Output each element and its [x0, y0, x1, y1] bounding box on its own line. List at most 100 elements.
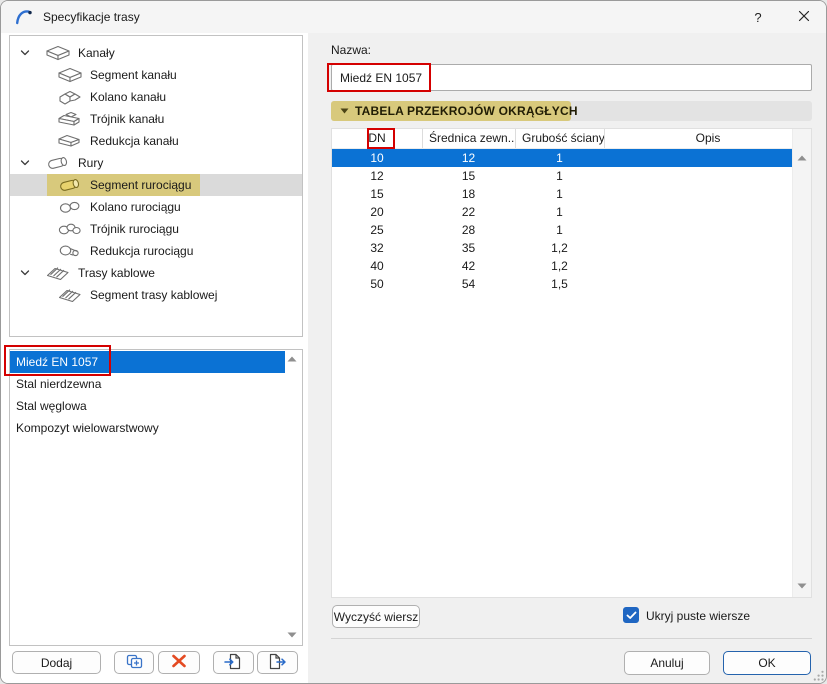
tree-item[interactable]: Kolano kanału: [10, 86, 302, 108]
hide-empty-rows-label: Ukryj puste wiersze: [646, 609, 751, 623]
tree-item[interactable]: Kanały: [10, 42, 302, 64]
tree-item-label: Segment trasy kablowej: [90, 288, 218, 302]
list-item[interactable]: Kompozyt wielowarstwowy: [10, 417, 285, 439]
table-row[interactable]: 15 18 1: [332, 185, 811, 203]
footer-divider: [331, 638, 812, 639]
table-cell: 40: [370, 259, 384, 273]
scroll-up-icon[interactable]: [287, 356, 297, 362]
add-button[interactable]: Dodaj: [12, 651, 101, 674]
table-cell: [604, 203, 811, 221]
tree-item-inner: Trójnik kanału: [47, 108, 173, 130]
list-item[interactable]: Miedź EN 1057: [10, 351, 285, 373]
table-cell: 1,2: [551, 259, 568, 273]
list-item[interactable]: Stal węglowa: [10, 395, 285, 417]
section-title: TABELA PRZEKROJÓW OKRĄGŁYCH: [355, 104, 578, 118]
tree-item-inner: Trasy kablowe: [35, 262, 164, 284]
scroll-up-icon[interactable]: [797, 155, 807, 161]
duplicate-button[interactable]: [114, 651, 154, 674]
tree-item-label: Redukcja rurociągu: [90, 244, 194, 258]
tree-item-inner: Segment rurociągu: [47, 174, 201, 196]
table-cell: 1: [556, 169, 563, 183]
close-x-icon: [798, 10, 810, 25]
duct-segment-icon: [45, 44, 71, 62]
table-row[interactable]: 12 15 1: [332, 167, 811, 185]
chevron-down-icon[interactable]: [20, 159, 30, 167]
route-type-tree: Kanały Segment kanału Kolano kanału Trójnik…: [9, 35, 303, 337]
scroll-down-icon[interactable]: [797, 583, 807, 589]
table-row[interactable]: 40 42 1,2: [332, 257, 811, 275]
tree-item[interactable]: Segment rurociągu: [10, 174, 302, 196]
tree-item[interactable]: Trasy kablowe: [10, 262, 302, 284]
chevron-down-icon[interactable]: [20, 269, 30, 277]
clear-row-button[interactable]: Wyczyść wiersz: [332, 605, 420, 628]
table-cell: 25: [370, 223, 384, 237]
section-collapse-icon[interactable]: [340, 108, 349, 114]
list-item[interactable]: Stal nierdzewna: [10, 373, 285, 395]
specyfikacje-trasy-dialog: Specyfikacje trasy ? Kanały Segment kanał…: [0, 0, 827, 684]
table-cell: [604, 167, 811, 185]
table-row[interactable]: 25 28 1: [332, 221, 811, 239]
tree-item-inner: Segment kanału: [47, 64, 186, 86]
tree-item[interactable]: Rury: [10, 152, 302, 174]
tree-item[interactable]: Trójnik rurociągu: [10, 218, 302, 240]
cable-tray-icon: [45, 264, 71, 282]
hide-empty-rows-checkbox[interactable]: [623, 607, 639, 623]
close-icon[interactable]: [788, 1, 820, 33]
table-cell: 22: [461, 205, 476, 219]
table-cell: [604, 239, 811, 257]
tree-item[interactable]: Redukcja kanału: [10, 130, 302, 152]
tree-item[interactable]: Redukcja rurociągu: [10, 240, 302, 262]
resize-grip[interactable]: [813, 670, 824, 681]
table-cell: 1: [556, 151, 563, 165]
duct-segment-icon: [57, 66, 83, 84]
tree-item-inner: Segment trasy kablowej: [47, 284, 226, 306]
column-header[interactable]: Grubość ściany: [515, 129, 604, 148]
table-row[interactable]: 20 22 1: [332, 203, 811, 221]
help-button[interactable]: ?: [743, 1, 773, 33]
table-cell: 20: [370, 205, 384, 219]
chevron-down-icon[interactable]: [20, 49, 30, 57]
tree-item[interactable]: Segment trasy kablowej: [10, 284, 302, 306]
material-list: Miedź EN 1057 Stal nierdzewna Stal węglowa…: [9, 349, 303, 646]
delete-x-icon: [171, 654, 187, 671]
column-header[interactable]: DN: [332, 129, 422, 148]
duct-tee-icon: [57, 110, 83, 128]
table-scrollbar[interactable]: [792, 129, 811, 597]
tree-item-label: Trójnik rurociągu: [90, 222, 179, 236]
tree-item-label: Kolano kanału: [90, 90, 167, 104]
table-row[interactable]: 10 12 1: [332, 149, 811, 167]
table-cell: 12: [461, 151, 476, 165]
ok-button[interactable]: OK: [723, 651, 811, 675]
name-label: Nazwa:: [331, 43, 372, 57]
scroll-down-icon[interactable]: [287, 632, 297, 638]
table-row[interactable]: 32 35 1,2: [332, 239, 811, 257]
name-input[interactable]: [331, 64, 812, 91]
tree-item-inner: Kanały: [35, 42, 124, 64]
table-cell: 50: [370, 277, 384, 291]
cancel-button[interactable]: Anuluj: [624, 651, 710, 675]
table-cell: 35: [461, 241, 476, 255]
import-icon: [224, 653, 243, 673]
export-button[interactable]: [257, 651, 298, 674]
table-cell: [604, 149, 811, 167]
window-title: Specyfikacje trasy: [43, 10, 140, 24]
table-cell: 15: [461, 169, 476, 183]
column-header[interactable]: Opis: [604, 129, 811, 148]
tree-item[interactable]: Segment kanału: [10, 64, 302, 86]
table-cell: [604, 221, 811, 239]
checkmark-icon: [626, 611, 637, 620]
table-cell: 32: [370, 241, 384, 255]
pipe-elbow-icon: [57, 198, 83, 216]
table-row[interactable]: 50 54 1,5: [332, 275, 811, 293]
tree-item[interactable]: Kolano rurociągu: [10, 196, 302, 218]
section-header-circular-sections[interactable]: TABELA PRZEKROJÓW OKRĄGŁYCH: [331, 101, 812, 121]
tree-item-inner: Trójnik rurociągu: [47, 218, 188, 240]
column-header[interactable]: Średnica zewn...: [422, 129, 515, 148]
tree-item[interactable]: Trójnik kanału: [10, 108, 302, 130]
export-icon: [268, 653, 287, 673]
cross-section-table: DN Średnica zewn... Grubość ściany Opis 10 1…: [331, 128, 812, 598]
table-cell: 1: [556, 187, 563, 201]
delete-button[interactable]: [158, 651, 200, 674]
import-button[interactable]: [213, 651, 254, 674]
app-logo-icon: [14, 7, 34, 27]
